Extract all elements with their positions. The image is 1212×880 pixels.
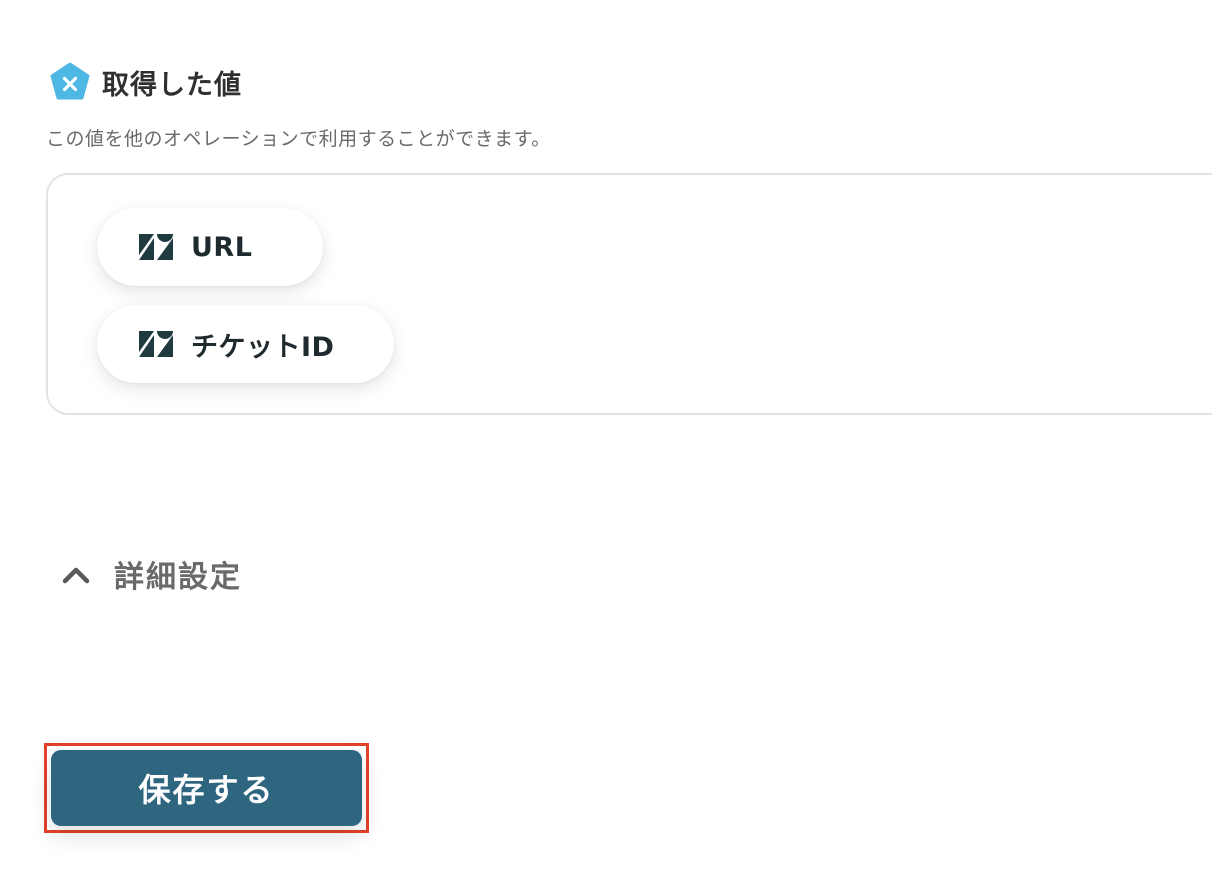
value-chip-label: URL [191,231,253,263]
section-header: 取得した値 [50,62,242,102]
yoom-pentagon-icon [50,62,90,100]
save-button-highlight: 保存する [44,743,369,833]
value-chip-ticket-id[interactable]: チケットID [97,305,394,383]
section-description: この値を他のオペレーションで利用することができます。 [46,128,551,150]
zendesk-icon [139,331,173,357]
chevron-up-icon [62,567,90,584]
details-toggle[interactable]: 詳細設定 [60,552,242,596]
save-button[interactable]: 保存する [51,750,362,826]
details-label: 詳細設定 [114,560,242,595]
value-chip-label: チケットID [191,331,335,363]
page: 取得した値 この値を他のオペレーションで利用することができます。 URL チケッ… [0,0,1212,880]
zendesk-icon [139,234,173,260]
section-title: 取得した値 [102,69,242,101]
value-chip-url[interactable]: URL [97,208,323,286]
